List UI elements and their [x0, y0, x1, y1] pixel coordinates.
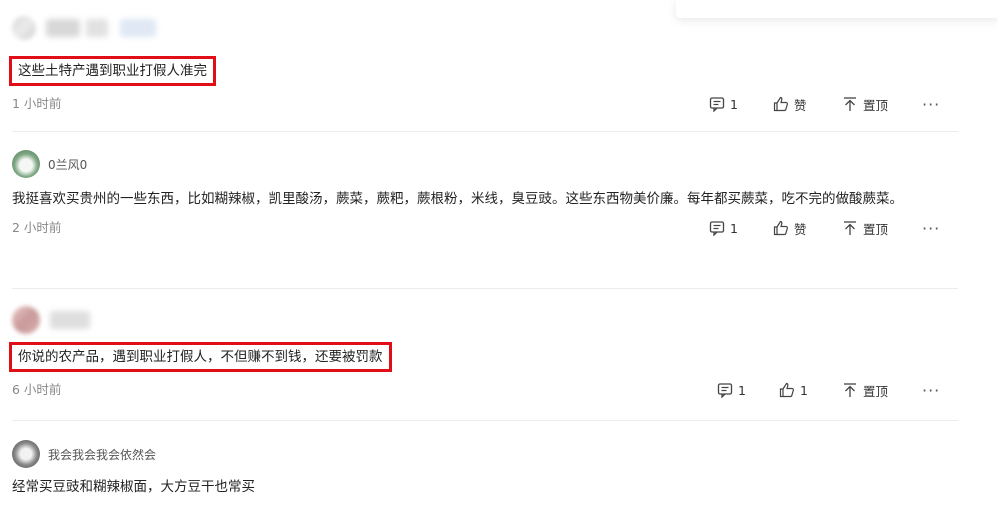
highlight-box: 这些土特产遇到职业打假人准完	[9, 56, 216, 86]
avatar[interactable]	[12, 306, 40, 334]
thumbs-up-icon	[779, 382, 794, 398]
username[interactable]: 0兰风0	[48, 156, 87, 173]
comment-text: 你说的农产品，遇到职业打假人，不但赚不到钱，还要被罚款	[9, 342, 958, 372]
comment-header	[12, 306, 958, 334]
like-button[interactable]: 1	[779, 378, 808, 402]
highlight-box: 你说的农产品，遇到职业打假人，不但赚不到钱，还要被罚款	[9, 342, 392, 372]
reply-count: 1	[730, 220, 738, 236]
comment-header: 0兰风0	[12, 150, 958, 178]
comment-body: 这些土特产遇到职业打假人准完	[18, 63, 207, 79]
comment-icon	[709, 97, 725, 112]
thumbs-up-icon	[773, 220, 788, 236]
comment-time: 6 小时前	[12, 382, 62, 397]
comment-2: 0兰风0 我挺喜欢买贵州的一些东西，比如糊辣椒，凯里酸汤，蕨菜，蕨粑，蕨根粉，米…	[12, 150, 958, 240]
comment-footer: 2 小时前 1 赞 置顶 ···	[12, 216, 958, 240]
like-button[interactable]: 赞	[773, 92, 807, 116]
pin-button[interactable]: 置顶	[842, 216, 888, 240]
divider	[12, 131, 958, 132]
avatar[interactable]	[12, 440, 40, 468]
username-blurred[interactable]	[50, 311, 90, 329]
comment-header: 我会我会我会依然会	[12, 440, 958, 468]
comment-time: 1 小时前	[12, 96, 62, 111]
pin-top-icon	[844, 97, 856, 111]
comment-1: 这些土特产遇到职业打假人准完 1 小时前 1 赞 置顶 ···	[9, 16, 958, 116]
reply-button[interactable]: 1	[717, 378, 746, 402]
like-count: 1	[800, 382, 808, 398]
thumbs-up-icon	[773, 96, 788, 112]
reply-count: 1	[738, 382, 746, 398]
reply-button[interactable]: 1	[709, 92, 738, 116]
comment-3: 你说的农产品，遇到职业打假人，不但赚不到钱，还要被罚款 6 小时前 1 1 置顶…	[9, 306, 958, 402]
pin-top-icon	[844, 221, 856, 235]
reply-count: 1	[730, 96, 738, 112]
comment-time: 2 小时前	[12, 220, 62, 235]
pin-button[interactable]: 置顶	[842, 378, 888, 402]
avatar[interactable]	[12, 16, 36, 40]
pin-button[interactable]: 置顶	[842, 92, 888, 116]
user-badge-blurred	[120, 19, 156, 37]
more-button[interactable]: ···	[922, 378, 940, 402]
avatar[interactable]	[12, 150, 40, 178]
comment-body: 经常买豆豉和糊辣椒面，大方豆干也常买	[12, 479, 255, 495]
reply-button[interactable]: 1	[709, 216, 738, 240]
comment-body: 你说的农产品，遇到职业打假人，不但赚不到钱，还要被罚款	[18, 349, 383, 365]
username[interactable]: 我会我会我会依然会	[48, 446, 156, 463]
comment-footer: 6 小时前 1 1 置顶 ···	[12, 378, 958, 402]
pin-label: 置顶	[863, 97, 889, 113]
comment-icon	[709, 221, 725, 236]
comment-body: 我挺喜欢买贵州的一些东西，比如糊辣椒，凯里酸汤，蕨菜，蕨粑，蕨根粉，米线，臭豆豉…	[12, 191, 903, 207]
comment-footer: 1 小时前 1 赞 置顶 ···	[12, 92, 958, 116]
username-blurred-extra	[86, 19, 108, 37]
like-label: 赞	[794, 97, 807, 113]
username-blurred[interactable]	[46, 19, 80, 37]
comment-header	[12, 16, 958, 40]
comment-icon	[717, 383, 733, 398]
comment-text: 这些土特产遇到职业打假人准完	[9, 56, 958, 86]
pin-label: 置顶	[863, 221, 889, 237]
like-button[interactable]: 赞	[773, 216, 807, 240]
more-button[interactable]: ···	[922, 92, 940, 116]
divider	[12, 420, 958, 421]
like-label: 赞	[794, 221, 807, 237]
divider	[12, 288, 958, 289]
pin-label: 置顶	[863, 383, 889, 399]
more-button[interactable]: ···	[922, 216, 940, 240]
pin-top-icon	[844, 383, 856, 397]
comment-4: 我会我会我会依然会 经常买豆豉和糊辣椒面，大方豆干也常买	[12, 440, 958, 500]
